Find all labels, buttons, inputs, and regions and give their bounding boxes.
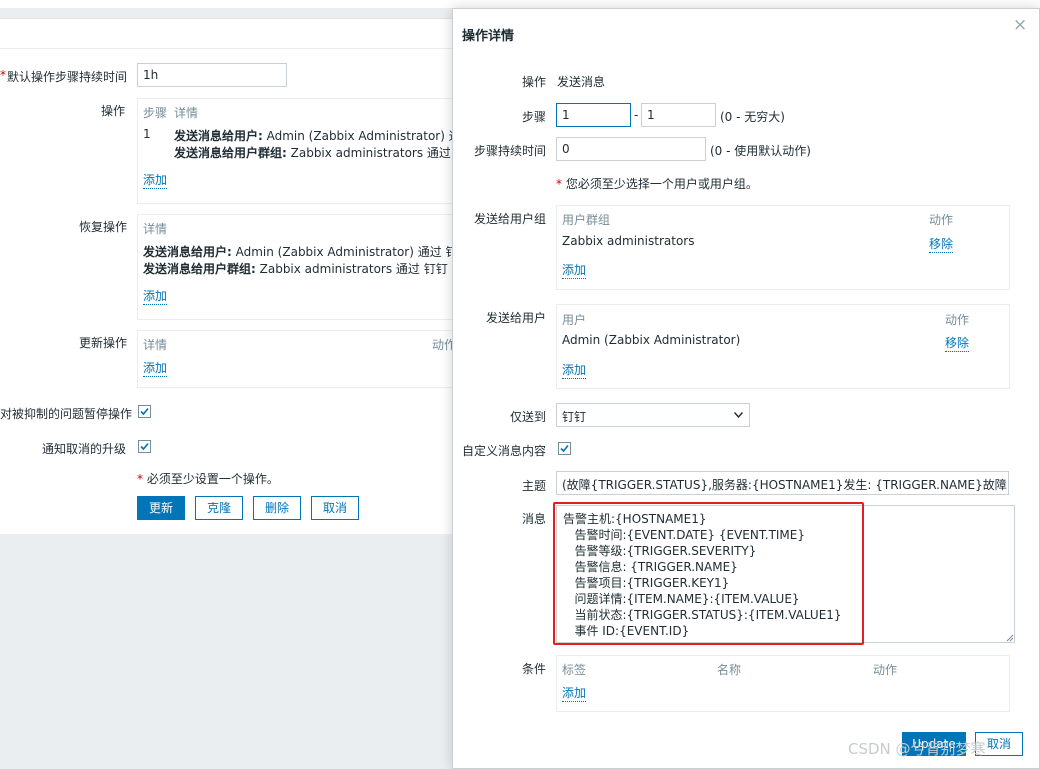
rec-col-details: 详情 [143, 222, 168, 236]
step-from-input[interactable]: 1 [556, 103, 631, 127]
ops-required-note: * 必须至少设置一个操作。 [137, 472, 279, 486]
cancel-button[interactable]: 取消 [311, 496, 359, 520]
clone-button[interactable]: 克隆 [195, 496, 243, 520]
upd-add-link[interactable]: 添加 [143, 359, 168, 377]
rec-add-link[interactable]: 添加 [143, 287, 168, 305]
users-add-link[interactable]: 添加 [562, 361, 587, 379]
check-icon [140, 442, 149, 451]
ops-col-details: 详情 [174, 106, 199, 120]
groups-col-header: 用户群组 [562, 213, 611, 227]
resize-grip-icon[interactable] [1005, 633, 1014, 642]
cond-col-label: 标签 [562, 663, 587, 677]
users-remove-link[interactable]: 移除 [945, 334, 970, 352]
cond-col-name: 名称 [717, 663, 742, 677]
notify-cancelled-checkbox[interactable] [138, 440, 151, 453]
step-duration-hint: (0 - 使用默认动作) [710, 144, 811, 158]
pause-suppressed-checkbox[interactable] [138, 405, 151, 418]
upd-col-details: 详情 [143, 338, 168, 352]
steps-label: 步骤 [522, 110, 547, 124]
default-duration-input[interactable]: 1h [137, 63, 287, 87]
groups-remove-link[interactable]: 移除 [929, 235, 954, 253]
operations-label: 操作 [101, 104, 126, 118]
check-icon [560, 444, 569, 453]
update-ops-table [137, 330, 459, 388]
operation-value: 发送消息 [557, 75, 606, 89]
send-users-label: 发送给用户 [486, 311, 547, 325]
message-label: 消息 [522, 512, 547, 526]
top-strip [0, 0, 1040, 8]
update-ops-label: 更新操作 [79, 336, 128, 350]
cond-col-action: 动作 [873, 663, 898, 677]
chevron-down-icon [734, 412, 743, 418]
groups-row-name: Zabbix administrators [562, 234, 695, 248]
step-to-input[interactable]: 1 [641, 103, 716, 127]
rec-row-line1: 发送消息给用户: Admin (Zabbix Administrator) 通过… [143, 245, 470, 259]
tab-divider [0, 48, 470, 49]
groups-add-link[interactable]: 添加 [562, 261, 587, 279]
check-icon [140, 407, 149, 416]
ops-row-line1: 发送消息给用户: Admin (Zabbix Administrator) 通过 [174, 129, 473, 143]
send-groups-label: 发送给用户组 [474, 212, 547, 226]
delete-button[interactable]: 删除 [253, 496, 301, 520]
cond-add-link[interactable]: 添加 [562, 684, 587, 702]
step-duration-label: 步骤持续时间 [474, 144, 547, 158]
notify-cancelled-label: 通知取消的升级 [42, 442, 127, 456]
pause-suppressed-label: 对被抑制的问题暂停操作 [0, 407, 133, 421]
step-dash: - [634, 108, 639, 122]
custom-message-label: 自定义消息内容 [462, 444, 547, 458]
step-duration-input[interactable]: 0 [556, 137, 706, 161]
dialog-close-icon[interactable]: × [1013, 15, 1027, 35]
recovery-label: 恢复操作 [79, 220, 128, 234]
default-duration-label: 默认操作步骤持续时间 [7, 70, 128, 84]
users-col-header: 用户 [562, 313, 587, 327]
operation-label: 操作 [522, 75, 547, 89]
subject-input[interactable]: (故障{TRIGGER.STATUS},服务器:{HOSTNAME1}发生: {… [556, 471, 1009, 495]
groups-action-header: 动作 [929, 213, 954, 227]
highlight-box [553, 502, 864, 645]
users-action-header: 动作 [945, 313, 970, 327]
subject-label: 主题 [522, 479, 547, 493]
rec-row-line2: 发送消息给用户群组: Zabbix administrators 通过 钉钉 [143, 262, 448, 276]
step-hint: (0 - 无穷大) [720, 110, 785, 124]
users-row-name: Admin (Zabbix Administrator) [562, 333, 741, 347]
ops-col-step: 步骤 [143, 106, 168, 120]
required-asterisk: * [0, 68, 6, 82]
watermark: CSDN @兮背别梦寒 [848, 740, 986, 758]
custom-message-checkbox[interactable] [558, 442, 571, 455]
ops-add-link[interactable]: 添加 [143, 171, 168, 189]
ops-row-step: 1 [143, 127, 151, 141]
recipient-required-note: * 您必须至少选择一个用户或用户组。 [556, 177, 758, 191]
dialog-title: 操作详情 [462, 29, 515, 44]
update-button[interactable]: 更新 [137, 496, 185, 520]
conditions-table [556, 655, 1010, 712]
conditions-label: 条件 [522, 662, 547, 676]
send-only-to-label: 仅送到 [510, 410, 547, 424]
send-only-to-select[interactable]: 钉钉 [556, 403, 750, 427]
ops-row-line2: 发送消息给用户群组: Zabbix administrators 通过 钉钉 [174, 146, 479, 160]
